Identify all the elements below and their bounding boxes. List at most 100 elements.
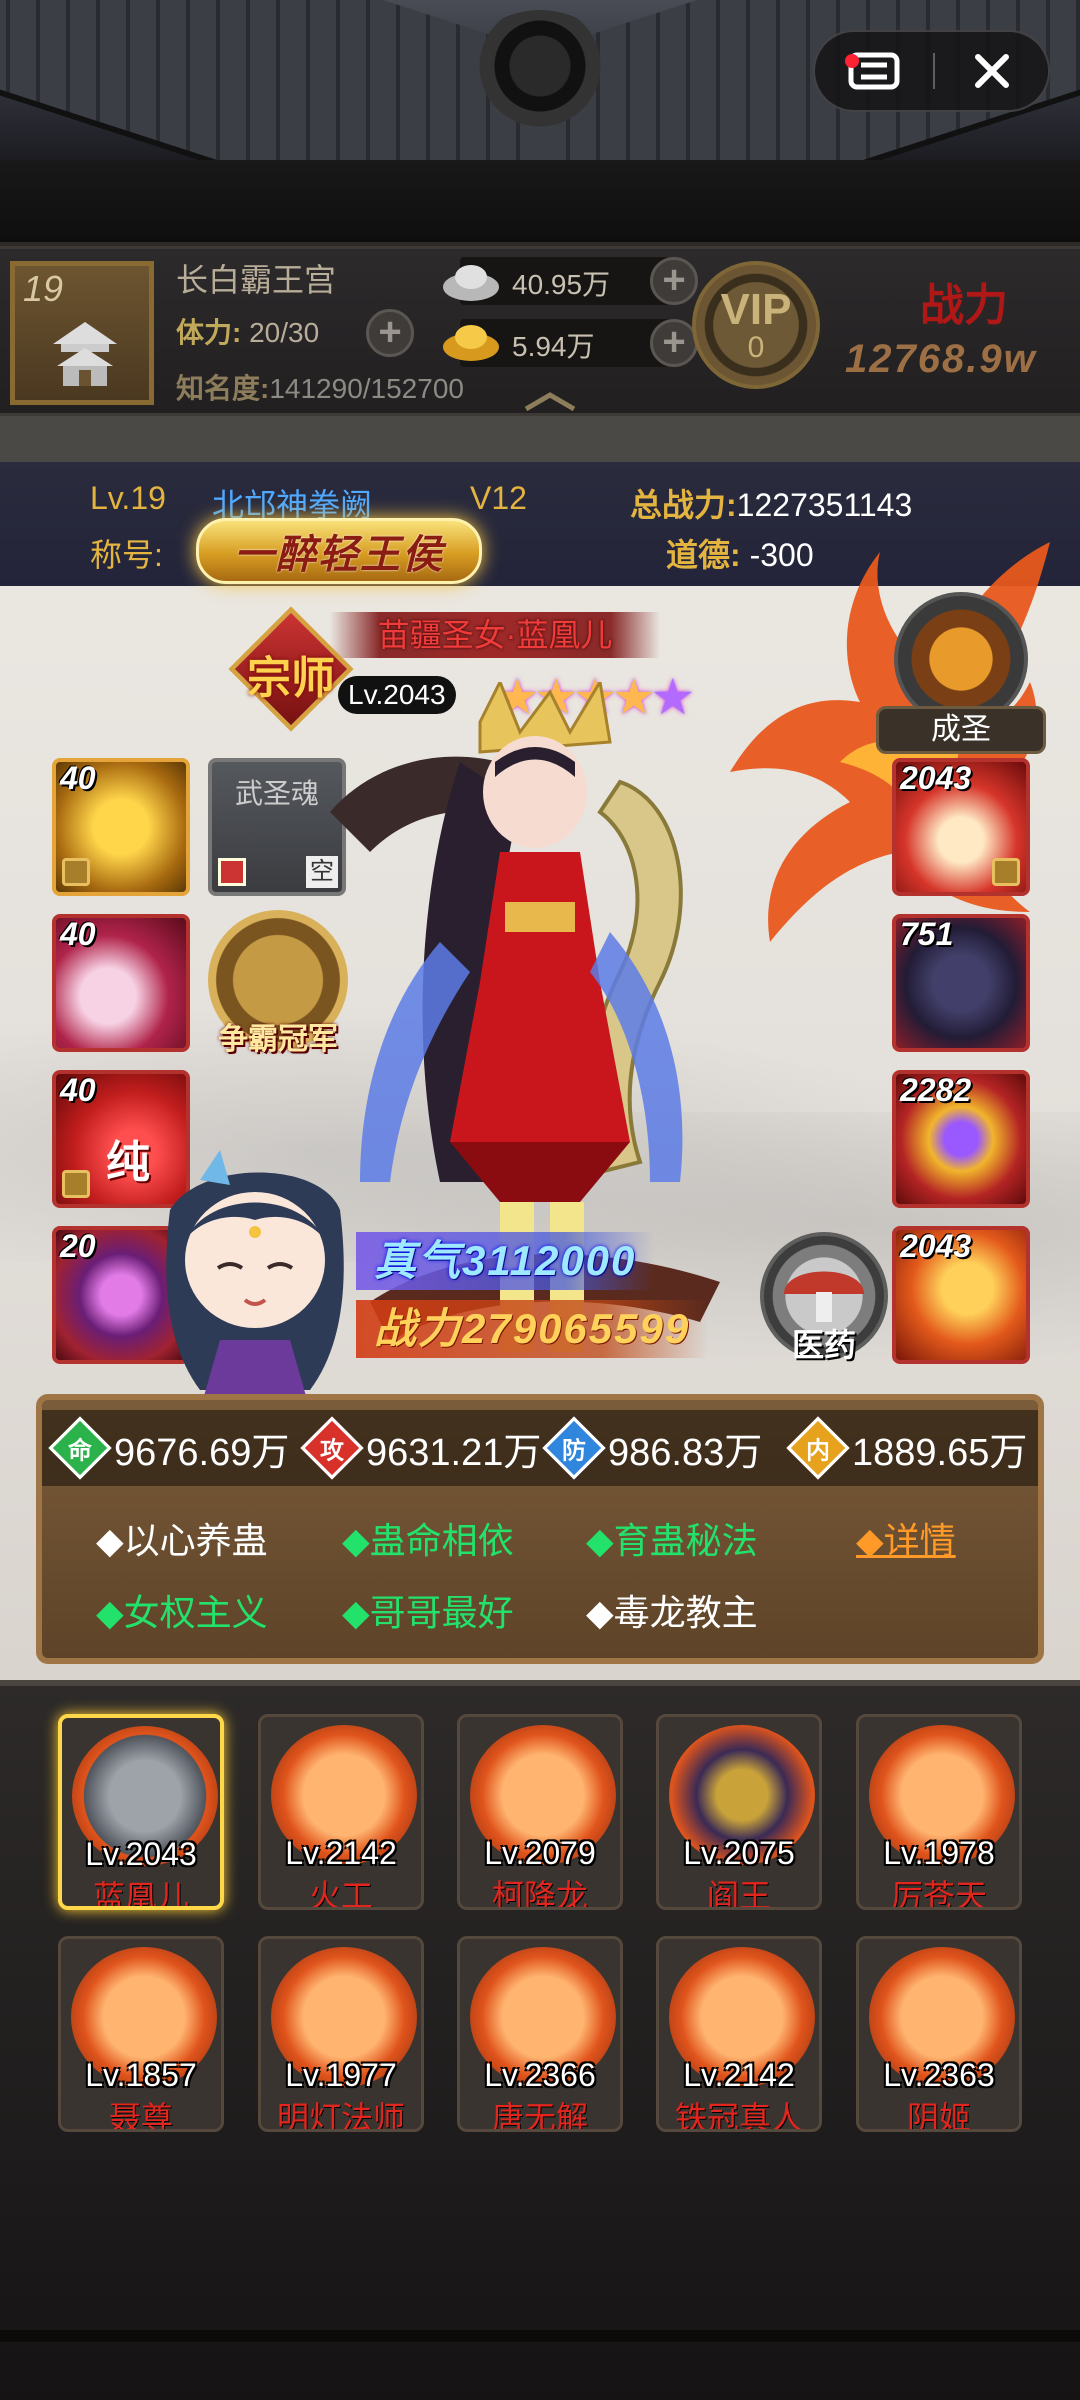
sage-label: 成圣 [876,706,1046,754]
power-label: 战力 [920,281,1008,330]
gold-value: 5.94万 [512,331,595,362]
hero-card-name: 蓝凰儿 [92,1879,189,1910]
title-label: 称号: [90,537,163,573]
hero-card[interactable]: Lv.2142 火工 [258,1714,424,1910]
roof-beam [0,160,1080,246]
chevron-up-icon[interactable] [520,387,580,417]
hero-card-name: 阴姬 [906,2100,971,2132]
add-gold-button[interactable]: + [650,319,698,367]
skill-item[interactable]: ◆哥哥最好 [342,1584,514,1636]
add-silver-button[interactable]: + [650,257,698,305]
stats-box: 命 9676.69万 攻 9631.21万 防 986.83万 内 1889.6… [36,1394,1044,1664]
slot-level: 40 [60,760,96,796]
hero-name: 苗疆圣女·蓝凰儿 [377,617,613,653]
attack-value: 9631.21万 [366,1431,542,1474]
attack-icon-glyph: 攻 [320,1437,344,1464]
skill-item[interactable]: ◆毒龙教主 [586,1584,758,1636]
slot-level: 2282 [900,1072,972,1108]
stamina: 体力: 20/30 [176,311,319,351]
hero-card[interactable]: Lv.2075 阎王 [656,1714,822,1910]
hero-card-name: 唐无解 [491,2100,588,2132]
hero-character-art [330,682,720,1352]
slot-level: 40 [60,1072,96,1108]
inner-value: 1889.65万 [852,1431,1028,1474]
equip-slot-right-2[interactable]: 751 [892,914,1030,1052]
hero-card-name: 铁冠真人 [674,2100,803,2132]
palace-icon [53,322,117,386]
skill-item[interactable]: ◆以心养蛊 [96,1512,268,1564]
hero-card[interactable]: Lv.2366 唐无解 [457,1936,623,2132]
roof-header [0,0,1080,160]
total-power-label: 总战力: [630,487,737,523]
hero-card-name: 聂尊 [108,2100,173,2132]
equip-slot-right-3[interactable]: 2282 [892,1070,1030,1208]
attack-icon: 攻 [300,1416,364,1480]
hero-card-name: 厉苍天 [890,1878,987,1910]
medicine-label: 医药 [791,1327,856,1363]
slot-quality-icon [62,858,90,886]
gold-ingot-icon [443,325,499,361]
hero-name-ribbon: 苗疆圣女·蓝凰儿 [330,612,660,658]
hero-card[interactable]: Lv.2142 铁冠真人 [656,1936,822,2132]
player-avatar[interactable]: 19 [10,261,154,405]
equip-slot-left-1[interactable]: 40 [52,758,190,896]
zhenqi-value: 真气3112000 [356,1232,655,1290]
slot-level: 2043 [900,1228,972,1264]
silver-ingot-icon [443,265,499,301]
stamina-label: 体力: [176,317,242,348]
title-text: 一醉轻王侯 [234,533,444,577]
hero-card-level: Lv.1977 [285,2057,397,2093]
separator-strip [0,416,1080,464]
equip-slot-right-4[interactable]: 2043 [892,1226,1030,1364]
hp-icon: 命 [48,1416,112,1480]
title-plaque[interactable]: 一醉轻王侯 [196,518,482,584]
resource-bar: 19 长白霸王宫 体力: 20/30 + 知名度:141290/152700 4… [0,246,1080,416]
vip-label: VIP [720,285,792,334]
slot-level: 751 [900,916,954,952]
skill-item[interactable]: ◆女权主义 [96,1584,268,1636]
defense-icon: 防 [542,1416,606,1480]
character-panel: Lv.19 北邙神拳阙 V12 总战力:1227351143 称号: 一醉轻王侯… [0,462,1080,1680]
stat-inner: 内 1889.65万 [786,1416,1028,1480]
stat-attack: 攻 9631.21万 [300,1416,542,1480]
bottom-divider [0,2330,1080,2342]
close-icon[interactable] [935,51,1048,91]
hero-card-level: Lv.2142 [285,1835,397,1871]
hero-card-level: Lv.1857 [85,2057,197,2093]
defense-icon-glyph: 防 [562,1437,586,1464]
vip-level: 0 [747,331,765,364]
equip-slot-left-2[interactable]: 40 [52,914,190,1052]
vip-badge[interactable]: VIP 0 [692,261,820,389]
hero-card-name: 明灯法师 [276,2100,405,2132]
fame: 知名度:141290/152700 [176,367,464,407]
inner-icon: 内 [786,1416,850,1480]
stats-row: 命 9676.69万 攻 9631.21万 防 986.83万 内 1889.6… [42,1410,1038,1486]
hero-card[interactable]: Lv.1857 聂尊 [58,1936,224,2132]
slot-quality-icon [218,858,246,886]
details-link[interactable]: ◆详情 [856,1512,956,1564]
slot-level: 2043 [900,760,972,796]
skill-item[interactable]: ◆蛊命相依 [342,1512,514,1564]
add-stamina-button[interactable]: + [366,309,414,357]
slot-quality-icon [992,858,1020,886]
menu-icon[interactable] [815,32,933,110]
notification-dot [845,54,859,68]
hero-card[interactable]: Lv.1978 厉苍天 [856,1714,1022,1910]
location-name: 长白霸王宫 [176,262,337,298]
hero-card[interactable]: Lv.2043 蓝凰儿 [58,1714,224,1910]
total-power-value: 1227351143 [736,487,913,523]
slot-quality-icon [62,1170,90,1198]
hp-value: 9676.69万 [114,1431,290,1474]
equip-slot-right-1[interactable]: 2043 [892,758,1030,896]
skill-item[interactable]: ◆育蛊秘法 [586,1512,758,1564]
slot-level: 40 [60,916,96,952]
hero-card[interactable]: Lv.1977 明灯法师 [258,1936,424,2132]
slot-level: 20 [60,1228,96,1264]
bottom-background [0,2170,1080,2400]
mascot-girl [166,1150,344,1410]
hero-card[interactable]: Lv.2079 柯降龙 [457,1714,623,1910]
hero-card-level: Lv.2142 [683,2057,795,2093]
fame-label: 知名度: [176,373,270,404]
hero-card[interactable]: Lv.2363 阴姬 [856,1936,1022,2132]
vip-rank: V12 [470,480,527,516]
